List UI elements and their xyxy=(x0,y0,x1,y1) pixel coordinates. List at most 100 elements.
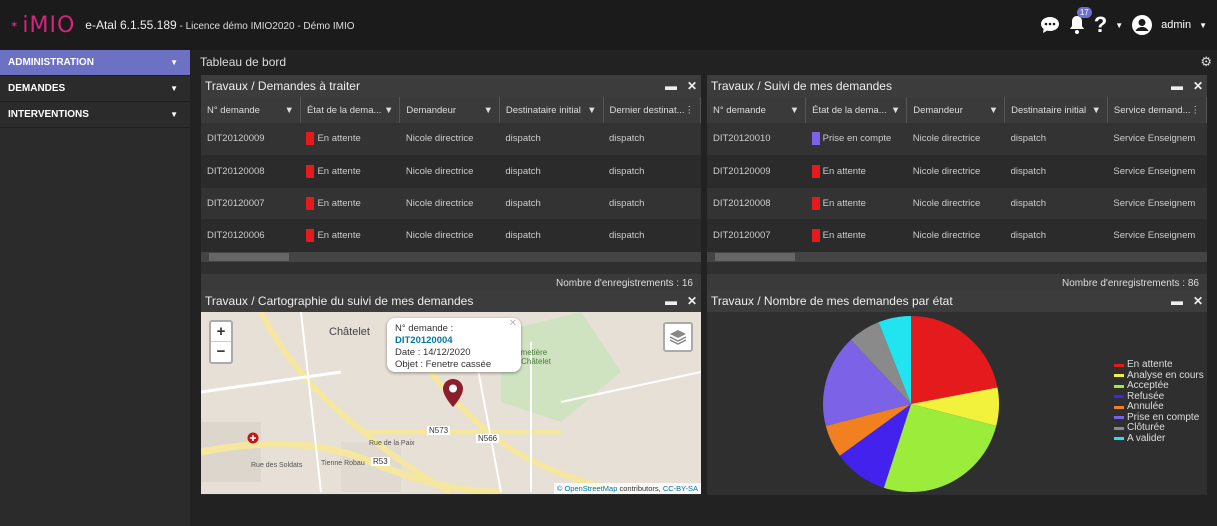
panel-chart-par-etat: Travaux / Nombre de mes demandes par éta… xyxy=(707,290,1207,495)
zoom-in-button[interactable]: + xyxy=(211,322,231,342)
status-swatch xyxy=(811,196,820,210)
chat-icon[interactable] xyxy=(1040,16,1060,34)
filter-icon[interactable]: ▼ xyxy=(989,105,998,116)
map-label: Châtelet xyxy=(329,326,370,338)
map-label: N573 xyxy=(427,426,451,435)
pie-chart xyxy=(823,316,999,492)
legend-item: Annulée xyxy=(1114,401,1204,413)
gear-icon[interactable]: ⚙ xyxy=(1200,54,1212,70)
panel-cartographie: Travaux / Cartographie du suivi de mes d… xyxy=(201,290,701,495)
map-label: Rue de la Paix xyxy=(369,440,415,447)
maximize-icon[interactable]: ▬ xyxy=(1171,79,1183,93)
zoom-control: + − xyxy=(209,320,233,364)
table-row[interactable]: DIT20120007 En attente Nicole directrice di… xyxy=(201,187,701,220)
filter-icon[interactable]: ▼ xyxy=(790,105,799,116)
requests-table: N° demande ▼ État de la dema... ▼ Demandeu… xyxy=(201,97,702,252)
sidebar-item-administration[interactable]: ADMINISTRATION ▼ xyxy=(0,50,190,76)
maximize-icon[interactable]: ▬ xyxy=(665,294,677,308)
table-row[interactable]: DIT20120008 En attente Nicole directrice di… xyxy=(201,155,701,188)
table-row[interactable]: DIT20120008 En attente Nicole directrice di… xyxy=(707,187,1207,220)
filter-icon[interactable]: ▼ xyxy=(483,105,492,116)
legend-item: En attente xyxy=(1114,359,1204,371)
map[interactable]: Châtelet Cimetière de Châtelet N573 N566… xyxy=(201,312,701,494)
map-attribution: © OpenStreetMap contributors, CC-BY-SA xyxy=(553,483,701,494)
status-swatch xyxy=(306,164,315,178)
map-label: Rue des Soldats xyxy=(251,462,303,469)
sidebar-item-label: INTERVENTIONS xyxy=(8,109,89,120)
table-row[interactable]: DIT20120010 Prise en compte Nicole directr… xyxy=(707,123,1207,156)
column-header[interactable]: État de la dema... ▼ xyxy=(300,97,401,123)
column-header[interactable]: Dernier destinat... ⋮ xyxy=(603,97,702,123)
filter-icon[interactable]: ▼ xyxy=(587,105,596,116)
help-icon[interactable]: ? xyxy=(1094,12,1107,38)
status-swatch xyxy=(306,228,315,242)
map-marker-icon[interactable] xyxy=(442,378,464,408)
map-label: N566 xyxy=(476,434,500,443)
panel-suivi-demandes: Travaux / Suivi de mes demandes ▬ ✕ N° dem… xyxy=(707,75,1208,294)
panel-title: Travaux / Nombre de mes demandes par éta… xyxy=(711,294,953,308)
layers-button[interactable] xyxy=(663,322,693,352)
column-header[interactable]: Demandeur ▼ xyxy=(399,97,500,123)
close-icon[interactable]: ✕ xyxy=(687,79,697,93)
sidebar-item-label: ADMINISTRATION xyxy=(8,57,94,68)
filter-icon[interactable]: ▼ xyxy=(384,105,393,116)
map-label: R53 xyxy=(371,457,390,466)
chevron-down-icon: ▼ xyxy=(170,110,178,119)
chevron-down-icon: ▼ xyxy=(170,58,178,67)
chevron-down-icon[interactable]: ▼ xyxy=(1115,21,1123,30)
license-link[interactable]: CC-BY-SA xyxy=(663,484,698,493)
page-title: Tableau de bord xyxy=(200,55,287,69)
map-label: Tienne Robau xyxy=(321,460,365,467)
maximize-icon[interactable]: ▬ xyxy=(1171,294,1183,308)
user-avatar-icon[interactable] xyxy=(1131,14,1153,36)
status-swatch xyxy=(811,132,820,146)
status-swatch xyxy=(306,196,315,210)
table-row[interactable]: DIT20120009 En attente Nicole directrice di… xyxy=(201,123,701,156)
column-header[interactable]: Service demand... ⋮ xyxy=(1107,97,1208,123)
filter-icon[interactable]: ▼ xyxy=(285,105,294,116)
horizontal-scrollbar[interactable] xyxy=(707,251,1207,262)
column-header[interactable]: Destinataire initial ▼ xyxy=(499,97,604,123)
sidebar-item-interventions[interactable]: INTERVENTIONS ▼ xyxy=(0,102,190,128)
zoom-out-button[interactable]: − xyxy=(211,342,231,362)
chevron-down-icon: ▼ xyxy=(170,84,178,93)
dashboard: Tableau de bord ⚙ Travaux / Demandes à t… xyxy=(195,50,1217,526)
horizontal-scrollbar[interactable] xyxy=(201,251,701,262)
chart-legend: En attente Analyse en cours Acceptée Ref… xyxy=(1114,359,1204,444)
app-title: e-Atal 6.1.55.189 - Licence démo IMIO202… xyxy=(85,18,355,32)
more-icon[interactable]: ⋮ xyxy=(685,105,695,116)
panel-title: Travaux / Suivi de mes demandes xyxy=(711,79,892,93)
filter-icon[interactable]: ▼ xyxy=(891,105,900,116)
column-header[interactable]: Destinataire initial ▼ xyxy=(1004,97,1108,123)
more-icon[interactable]: ⋮ xyxy=(1191,105,1201,116)
legend-item: Clôturée xyxy=(1114,422,1204,434)
filter-icon[interactable]: ▼ xyxy=(1092,105,1101,116)
column-header[interactable]: N° demande ▼ xyxy=(201,97,301,123)
sidebar-item-demandes[interactable]: DEMANDES ▼ xyxy=(0,76,190,102)
close-icon[interactable]: ✕ xyxy=(687,294,697,308)
table-row[interactable]: DIT20120007 En attente Nicole directrice di… xyxy=(707,219,1207,252)
table-row[interactable]: DIT20120009 En attente Nicole directrice di… xyxy=(707,155,1207,188)
close-icon[interactable]: ✕ xyxy=(509,318,517,330)
status-swatch xyxy=(811,228,820,242)
table-row[interactable]: DIT20120006 En attente Nicole directrice di… xyxy=(201,219,701,252)
user-menu-chevron-icon[interactable]: ▼ xyxy=(1199,21,1207,30)
panel-title: Travaux / Demandes à traiter xyxy=(205,79,360,93)
close-icon[interactable]: ✕ xyxy=(1193,79,1203,93)
hospital-icon xyxy=(247,432,259,444)
status-swatch xyxy=(811,164,820,178)
request-link[interactable]: DIT20120004 xyxy=(395,335,453,346)
status-swatch xyxy=(306,132,315,146)
map-popup: N° demande : DIT20120004 Date : 14/12/20… xyxy=(387,318,521,372)
maximize-icon[interactable]: ▬ xyxy=(665,79,677,93)
user-name[interactable]: admin xyxy=(1161,19,1191,31)
column-header[interactable]: Demandeur ▼ xyxy=(906,97,1006,123)
close-icon[interactable]: ✕ xyxy=(1193,294,1203,308)
bell-icon[interactable]: 17 xyxy=(1068,7,1092,35)
legend-item: Acceptée xyxy=(1114,380,1204,392)
column-header[interactable]: État de la dema... ▼ xyxy=(805,97,908,123)
column-header[interactable]: N° demande ▼ xyxy=(707,97,807,123)
osm-link[interactable]: © OpenStreetMap xyxy=(557,484,618,493)
layers-icon xyxy=(669,330,687,345)
notification-badge: 17 xyxy=(1076,7,1092,18)
